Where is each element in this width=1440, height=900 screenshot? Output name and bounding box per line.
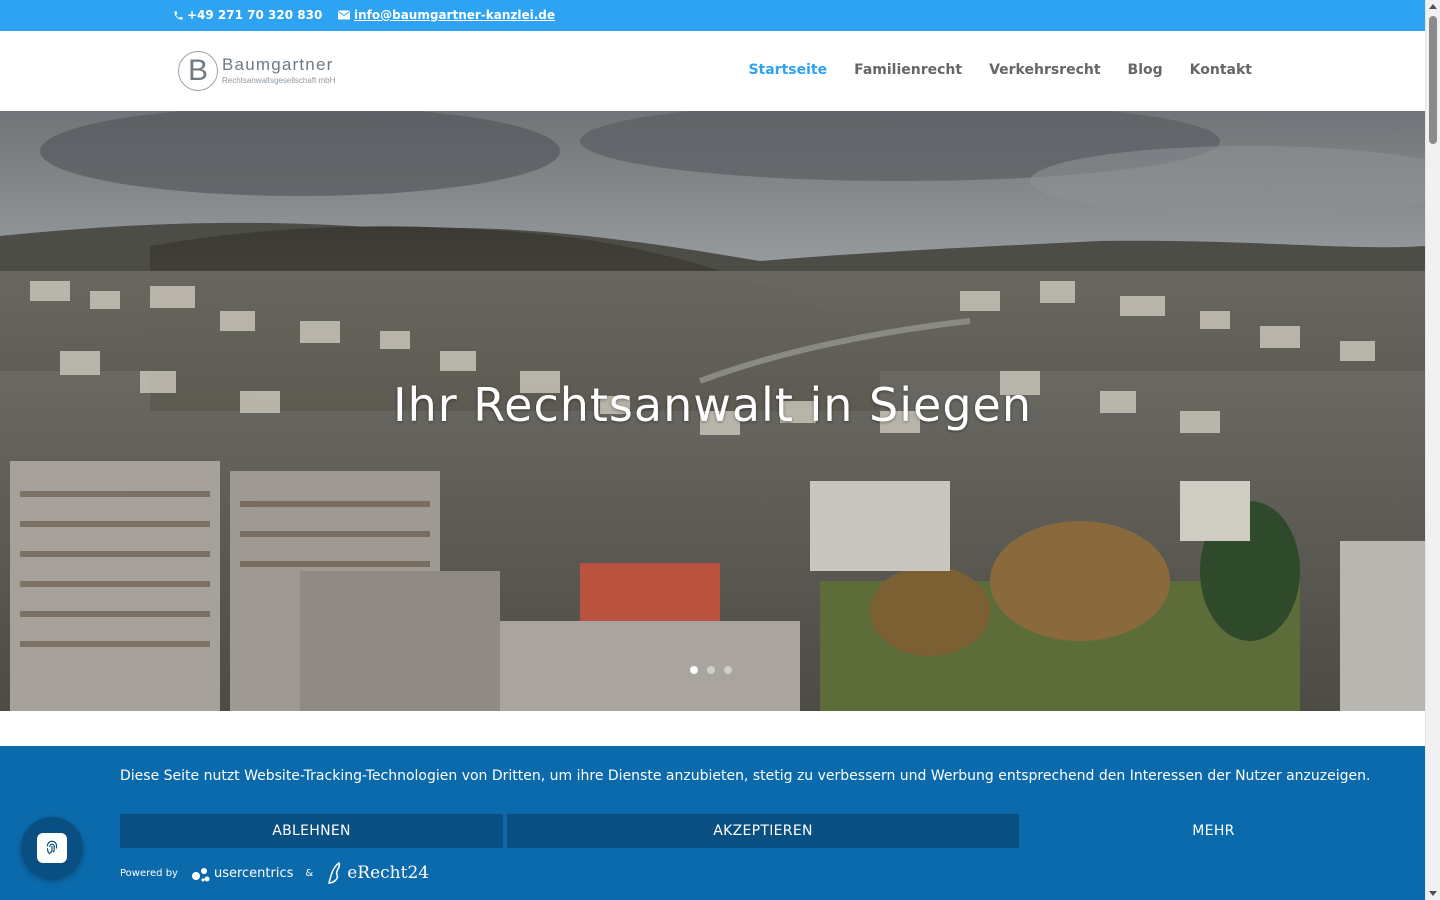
email-link[interactable]: info@baumgartner-kanzlei.de [354,8,555,22]
page-scrollbar[interactable] [1425,0,1440,900]
phone-icon [173,10,184,21]
scroll-up-icon[interactable] [1429,4,1437,9]
nav-item-startseite[interactable]: Startseite [748,62,827,78]
nav-item-familienrecht[interactable]: Familienrecht [854,62,962,78]
erecht24-icon [328,861,341,884]
logo-mark: B [178,51,218,91]
more-button[interactable]: MEHR [1022,814,1405,848]
email-contact[interactable]: info@baumgartner-kanzlei.de [338,8,555,22]
powered-by-label: Powered by [120,867,178,879]
chat-bubble-icon [37,833,67,863]
erecht24-text: eRecht24 [347,863,430,883]
usercentrics-icon [191,868,210,882]
site-logo[interactable]: B Baumgartner Rechtsanwaltsgesellschaft … [178,50,335,92]
logo-subtitle: Rechtsanwaltsgesellschaft mbH [222,76,336,85]
nav-item-kontakt[interactable]: Kontakt [1190,62,1252,78]
ampersand: & [305,867,314,879]
fingerprint-icon [46,840,58,855]
accept-button[interactable]: AKZEPTIEREN [507,814,1019,848]
logo-name: Baumgartner [222,55,334,74]
cookie-consent-banner: Diese Seite nutzt Website-Tracking-Techn… [0,746,1425,900]
erecht24-logo[interactable]: eRecht24 [325,861,429,885]
slider-dot-2[interactable] [707,666,715,674]
main-navigation: Startseite Familienrecht Verkehrsrecht B… [748,62,1252,78]
powered-by: Powered by usercentrics & eRecht24 [120,861,429,885]
hero-slider: Ihr Rechtsanwalt in Siegen [0,111,1425,711]
scroll-down-icon[interactable] [1429,891,1437,896]
consent-message: Diese Seite nutzt Website-Tracking-Techn… [120,768,1371,784]
slider-pagination [690,666,732,674]
slider-dot-3[interactable] [724,666,732,674]
top-contact-bar: +49 271 70 320 830 info@baumgartner-kanz… [0,0,1425,31]
mail-icon [338,10,350,20]
privacy-settings-button[interactable] [21,817,83,879]
scrollbar-thumb[interactable] [1429,16,1437,144]
usercentrics-logo[interactable]: usercentrics [190,862,293,884]
site-header: B Baumgartner Rechtsanwaltsgesellschaft … [0,31,1425,111]
usercentrics-text: usercentrics [213,865,294,881]
nav-item-verkehrsrecht[interactable]: Verkehrsrecht [989,62,1100,78]
phone-contact[interactable]: +49 271 70 320 830 [173,8,322,22]
deny-button[interactable]: ABLEHNEN [120,814,503,848]
phone-number: +49 271 70 320 830 [187,8,323,22]
slider-dot-1[interactable] [690,666,698,674]
nav-item-blog[interactable]: Blog [1128,62,1163,78]
hero-title: Ihr Rechtsanwalt in Siegen [393,378,1032,432]
